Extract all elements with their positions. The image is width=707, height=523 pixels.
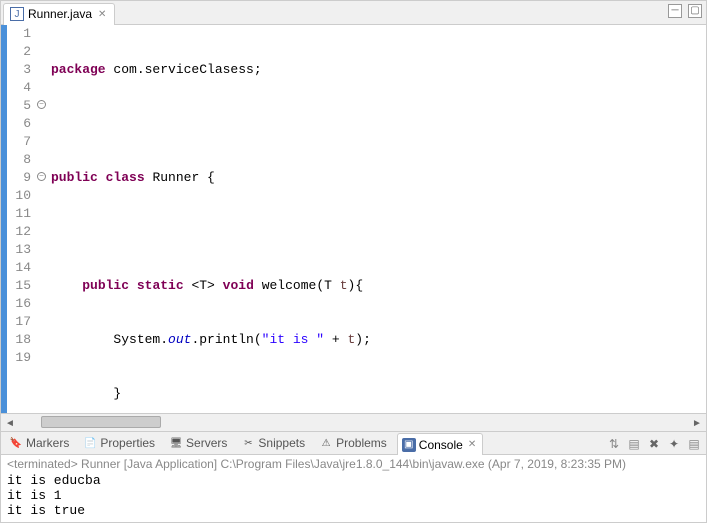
snippets-icon: ✂ (241, 436, 255, 450)
scrollbar-thumb[interactable] (41, 416, 161, 428)
tabbar-controls: ─ ▢ (668, 4, 702, 18)
console-status: <terminated> Runner [Java Application] C… (1, 455, 706, 473)
fold-toggle-icon[interactable]: − (37, 100, 46, 109)
fold-strip: − − (35, 25, 49, 413)
servers-icon: 🖥 (169, 436, 183, 450)
code-editor[interactable]: 12345678910111213141516171819 − − packag… (1, 25, 706, 413)
editor-tabbar: J Runner.java ✕ ─ ▢ (1, 1, 706, 25)
open-console-icon[interactable]: ▤ (686, 436, 702, 452)
console-output[interactable]: it is educbait is 1it is true (1, 473, 706, 522)
editor-tab-runner[interactable]: J Runner.java ✕ (3, 3, 115, 25)
properties-icon: 📄 (83, 436, 97, 450)
tab-console[interactable]: ▣Console ✕ (397, 433, 483, 455)
code-area[interactable]: package com.serviceClasess; public class… (49, 25, 706, 413)
markers-icon: 🔖 (9, 436, 23, 450)
pin-icon[interactable]: ⇅ (606, 436, 622, 452)
line-number-gutter: 12345678910111213141516171819 (7, 25, 35, 413)
close-icon[interactable]: ✕ (466, 439, 478, 450)
tab-markers[interactable]: 🔖Markers (5, 434, 73, 452)
console-toolbar: ⇅ ▤ ✖ ✦ ▤ (606, 436, 702, 452)
display-selected-icon[interactable]: ▤ (626, 436, 642, 452)
scroll-left-icon[interactable]: ◄ (3, 416, 17, 430)
tab-servers[interactable]: 🖥Servers (165, 434, 231, 452)
horizontal-scrollbar[interactable]: ◄ ► (1, 413, 706, 431)
java-file-icon: J (10, 7, 24, 21)
scroll-right-icon[interactable]: ► (690, 416, 704, 430)
remove-launch-icon[interactable]: ✖ (646, 436, 662, 452)
editor-tab-label: Runner.java (28, 7, 92, 21)
minimize-icon[interactable]: ─ (668, 4, 682, 18)
problems-icon: ⚠ (319, 436, 333, 450)
fold-toggle-icon[interactable]: − (37, 172, 46, 181)
tab-problems[interactable]: ⚠Problems (315, 434, 391, 452)
remove-all-icon[interactable]: ✦ (666, 436, 682, 452)
console-icon: ▣ (402, 438, 416, 452)
tab-properties[interactable]: 📄Properties (79, 434, 159, 452)
close-icon[interactable]: ✕ (96, 9, 108, 20)
maximize-icon[interactable]: ▢ (688, 4, 702, 18)
bottom-view-tabbar: 🔖Markers 📄Properties 🖥Servers ✂Snippets … (1, 431, 706, 455)
tab-snippets[interactable]: ✂Snippets (237, 434, 309, 452)
